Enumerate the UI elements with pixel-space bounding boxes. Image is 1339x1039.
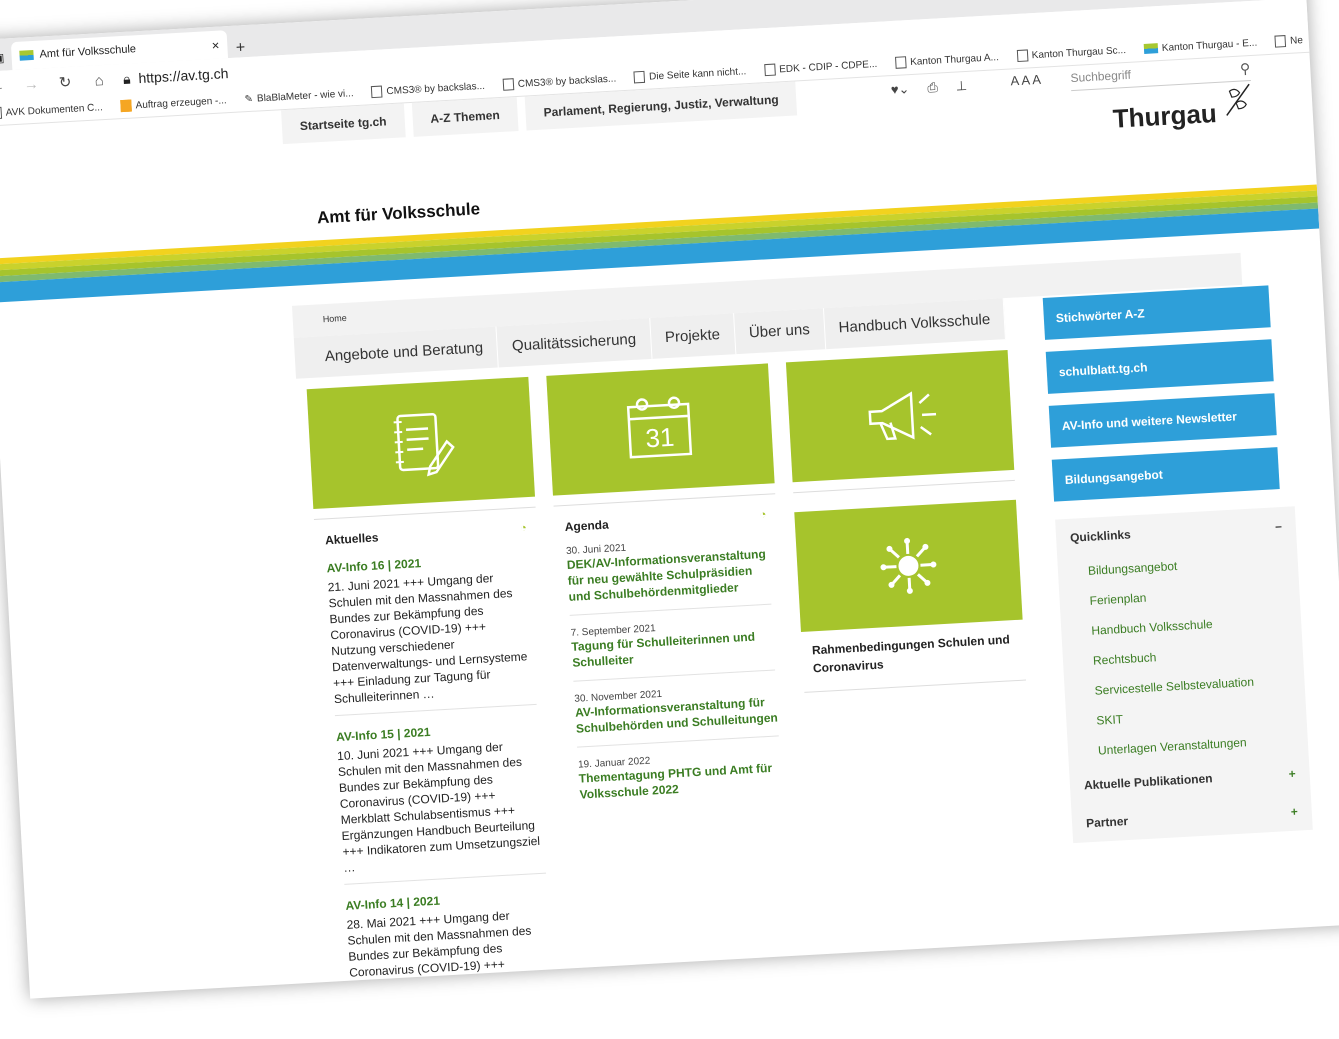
virus-icon (794, 500, 1022, 632)
forward-icon[interactable]: → (21, 75, 42, 93)
aktuelles-column: Aktuelles ◔ AV-Info 16 | 2021 21. Juni 2… (313, 506, 563, 999)
collapse-icon[interactable]: – (1275, 519, 1282, 533)
tab-title: Amt für Volksschule (39, 43, 137, 61)
breadcrumb-home[interactable]: Home (322, 313, 347, 324)
bookmark-label: AVK Dokumenten C... (5, 101, 103, 119)
browser-window: ▣ Amt für Volksschule × + ← → ↻ ⌂ 🔒︎ htt… (0, 0, 1339, 999)
favicon-icon (1143, 43, 1159, 54)
topnav-az-themen[interactable]: A-Z Themen (411, 97, 519, 137)
bookmark-label: Kanton Thurgau Sc... (1031, 44, 1127, 61)
agenda-column: Agenda ◔ 30. Juni 2021 DEK/AV-Informatio… (553, 493, 793, 814)
expand-icon[interactable]: + (1288, 767, 1296, 781)
expand-icon[interactable]: + (1290, 805, 1298, 819)
rss-icon[interactable]: ◔ (520, 522, 527, 536)
heart-icon[interactable]: ♥⌄ (890, 81, 909, 98)
nav-handbuch[interactable]: Handbuch Volksschule (823, 298, 1007, 350)
bookmark-item[interactable]: Kanton Thurgau Sc... (1016, 44, 1127, 63)
nav-ueber-uns[interactable]: Über uns (733, 308, 826, 355)
web-page: Startseite tg.ch A-Z Themen Parlament, R… (0, 53, 1339, 999)
print-icon[interactable]: ⎙ (927, 80, 938, 97)
calendar-icon: 31 (546, 363, 774, 495)
page-icon (1274, 35, 1287, 48)
bookmark-item[interactable]: AVK Dokumenten C... (0, 101, 103, 120)
bookmark-label: EDK - CDIP - CDPE... (778, 58, 878, 75)
bookmark-item[interactable]: CMS3® by backslas... (371, 80, 486, 99)
calendar-day: 31 (645, 422, 676, 454)
page-tools: ♥⌄ ⎙ ⊥ (890, 78, 967, 98)
agenda-title[interactable]: Agenda (564, 518, 609, 534)
corona-link[interactable]: Rahmenbedingungen Schulen und Coronaviru… (801, 629, 1027, 693)
bookmark-item[interactable]: Kanton Thurgau A... (894, 51, 1000, 69)
site-title[interactable]: Amt für Volksschule (317, 199, 481, 228)
nav-projekte[interactable]: Projekte (649, 313, 737, 359)
page-icon (894, 56, 907, 69)
bookmark-label: BlaBlaMeter - wie vi... (256, 87, 354, 105)
page-icon (371, 85, 383, 99)
megaphone-icon (786, 350, 1014, 482)
news-text: 28. Mai 2021 +++ Umgang der Schulen mit … (346, 908, 537, 996)
bookmark-label: CMS3® by backslas... (517, 72, 617, 90)
divider (793, 479, 1015, 494)
aktuelles-title[interactable]: Aktuelles (325, 530, 379, 547)
bookmark-item[interactable]: Kanton Thurgau - E... (1143, 37, 1258, 54)
bookmark-item[interactable]: Die Seite kann nicht... (633, 65, 747, 84)
lock-icon: 🔒︎ (122, 70, 131, 87)
announcement-tile[interactable] (785, 350, 1015, 483)
page-icon (502, 78, 515, 91)
url-field[interactable]: 🔒︎ https://av.tg.ch (123, 65, 229, 88)
news-text: 10. Juni 2021 +++ Umgang der Schulen mit… (336, 736, 547, 885)
rss-icon[interactable]: ◔ (759, 509, 766, 523)
screenshot-scene: ▣ Amt für Volksschule × + ← → ↻ ⌂ 🔒︎ htt… (0, 0, 1339, 1038)
bookmark-item[interactable]: EDK - CDIP - CDPE... (763, 58, 878, 77)
search-icon[interactable]: ⚲ (1239, 60, 1250, 78)
app-icon (120, 99, 132, 113)
nav-qualitaet[interactable]: Qualitätssicherung (496, 317, 653, 368)
new-tab-icon[interactable]: + (227, 39, 254, 58)
favicon-icon (19, 49, 34, 61)
schulblatt-button[interactable]: schulblatt.tg.ch (1045, 339, 1274, 394)
topnav-startseite[interactable]: Startseite tg.ch (281, 103, 406, 145)
event-title[interactable]: DEK/AV-Informationsveranstaltung für neu… (566, 545, 772, 616)
bookmark-item[interactable]: ✎ BlaBlaMeter - wie vi... (244, 88, 354, 105)
aktuelles-tile[interactable] (306, 376, 536, 510)
page-icon (0, 106, 3, 120)
agenda-tile[interactable]: 31 (546, 363, 775, 496)
thurgau-logo[interactable]: Thurgau (1112, 98, 1218, 135)
quicklinks-title: Quicklinks (1069, 527, 1132, 545)
corona-tile[interactable] (794, 499, 1023, 633)
close-tab-icon[interactable]: × (211, 37, 219, 52)
news-text: 21. Juni 2021 +++ Umgang der Schulen mit… (327, 568, 537, 717)
bookmark-item[interactable]: CMS3® by backslas... (502, 72, 617, 91)
bookmark-label: Ne (1289, 34, 1304, 47)
bookmark-label: Kanton Thurgau A... (909, 51, 1000, 68)
bookmark-label: CMS3® by backslas... (386, 80, 486, 97)
page-icon (763, 63, 776, 77)
bookmark-item[interactable]: Auftrag erzeugen -... (120, 94, 227, 113)
quicklinks-panel: Quicklinks – Bildungsangebot Ferienplan … (1055, 506, 1313, 844)
pen-icon: ✎ (244, 93, 254, 105)
url-text: https://av.tg.ch (138, 65, 229, 87)
newsletter-button[interactable]: AV-Info und weitere Newsletter (1048, 393, 1277, 448)
home-icon[interactable]: ⌂ (89, 71, 110, 89)
reload-icon[interactable]: ↻ (55, 73, 76, 92)
bookmark-label: Auftrag erzeugen -... (135, 94, 227, 111)
bookmark-item[interactable]: Ne (1274, 34, 1304, 48)
bookmark-label: Kanton Thurgau - E... (1161, 37, 1258, 54)
thurgau-lion-crest-icon (1226, 83, 1250, 116)
search-placeholder: Suchbegriff (1070, 67, 1132, 86)
page-icon (633, 70, 646, 84)
sitemap-icon[interactable]: ⊥ (955, 78, 967, 95)
bildungsangebot-button[interactable]: Bildungsangebot (1051, 447, 1280, 502)
publikationen-title: Aktuelle Publikationen (1083, 771, 1213, 793)
bookmark-label: Die Seite kann nicht... (648, 65, 747, 83)
page-icon (1016, 49, 1029, 63)
partner-title: Partner (1085, 814, 1129, 831)
notepad-pencil-icon (307, 377, 535, 509)
back-icon[interactable]: ← (0, 77, 8, 95)
font-size-switcher[interactable]: A A A (1010, 72, 1041, 89)
